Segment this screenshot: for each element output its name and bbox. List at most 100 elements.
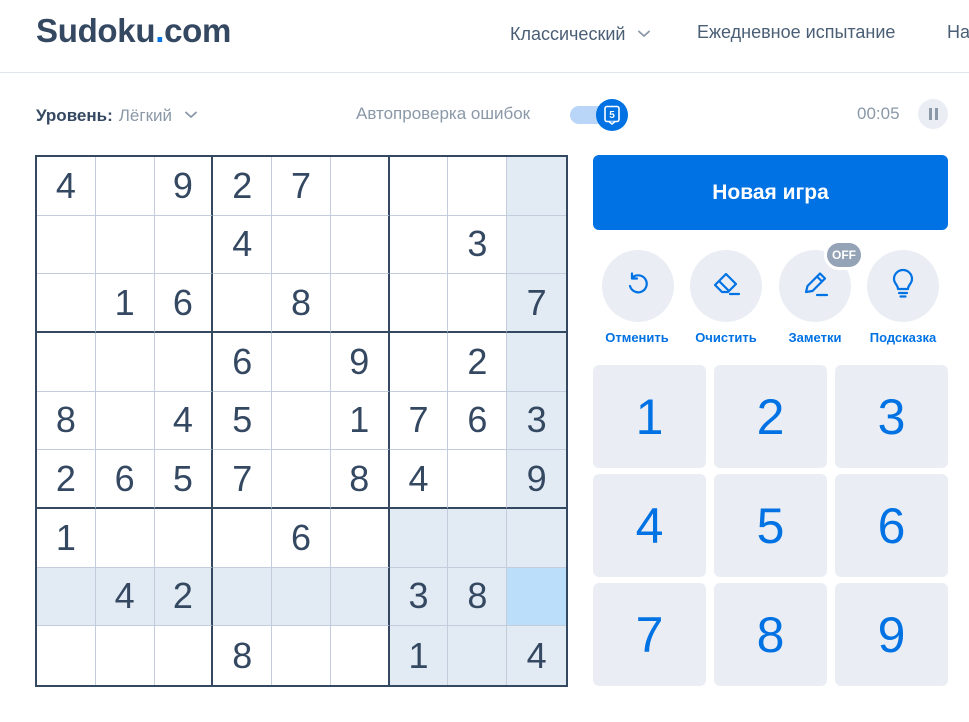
- board-cell[interactable]: [272, 391, 331, 451]
- board-cell[interactable]: 6: [272, 509, 331, 568]
- board-cell[interactable]: [507, 333, 566, 392]
- board-cell[interactable]: 7: [272, 157, 331, 216]
- board-cell[interactable]: [37, 274, 96, 333]
- board-cell[interactable]: 5: [154, 450, 214, 509]
- board-cell[interactable]: 4: [213, 215, 273, 275]
- difficulty-select[interactable]: Уровень: Лёгкий: [36, 104, 197, 126]
- hint-label[interactable]: Подсказка: [853, 330, 953, 345]
- board-cell[interactable]: 4: [37, 157, 96, 216]
- board-cell[interactable]: [330, 274, 390, 333]
- new-game-button[interactable]: Новая игра: [593, 155, 948, 230]
- board-cell[interactable]: 9: [330, 333, 390, 392]
- board-cell[interactable]: [448, 274, 508, 333]
- board-cell[interactable]: [213, 509, 273, 568]
- board-cell[interactable]: 4: [154, 391, 214, 451]
- board-cell[interactable]: 6: [154, 274, 214, 333]
- board-cell[interactable]: [272, 567, 331, 627]
- board-cell[interactable]: [331, 626, 390, 685]
- board-cell[interactable]: 8: [213, 626, 273, 685]
- board-cell[interactable]: [95, 215, 155, 275]
- board-cell[interactable]: [96, 626, 155, 685]
- board-cell[interactable]: 3: [448, 215, 508, 275]
- board-cell[interactable]: [213, 567, 273, 627]
- board-cell[interactable]: 6: [95, 450, 155, 509]
- hint-button[interactable]: [867, 250, 939, 322]
- board-cell[interactable]: 2: [213, 157, 273, 216]
- numpad-button[interactable]: 4: [593, 474, 706, 577]
- board-cell[interactable]: [95, 391, 155, 451]
- site-logo[interactable]: Sudoku.com: [36, 12, 231, 50]
- board-cell[interactable]: [154, 509, 214, 568]
- board-cell[interactable]: 8: [448, 567, 508, 627]
- board-cell[interactable]: [37, 215, 96, 275]
- board-cell[interactable]: 2: [37, 450, 96, 509]
- board-cell[interactable]: 1: [389, 626, 449, 685]
- board-cell[interactable]: [448, 157, 508, 216]
- board-cell[interactable]: [389, 157, 449, 216]
- erase-button[interactable]: [690, 250, 762, 322]
- board-cell[interactable]: [389, 215, 449, 275]
- board-cell[interactable]: [95, 509, 155, 568]
- board-cell[interactable]: 8: [330, 450, 390, 509]
- board-cell[interactable]: 4: [507, 626, 566, 685]
- board-cell[interactable]: [155, 626, 214, 685]
- board-cell[interactable]: [272, 333, 331, 392]
- board-cell[interactable]: 1: [37, 509, 96, 568]
- board-cell[interactable]: 2: [448, 333, 508, 392]
- board-cell[interactable]: [448, 626, 508, 685]
- board-cell[interactable]: [330, 567, 390, 627]
- board-cell[interactable]: 1: [330, 391, 390, 451]
- board-cell[interactable]: [389, 333, 449, 392]
- board-cell[interactable]: [37, 567, 96, 627]
- erase-label[interactable]: Очистить: [676, 330, 776, 345]
- board-cell[interactable]: [154, 215, 214, 275]
- board-cell[interactable]: [213, 274, 273, 333]
- board-cell[interactable]: [389, 509, 449, 568]
- board-cell[interactable]: 4: [95, 567, 155, 627]
- notes-label[interactable]: Заметки: [765, 330, 865, 345]
- board-cell[interactable]: 7: [507, 274, 566, 333]
- board-cell[interactable]: [37, 333, 96, 392]
- board-cell[interactable]: [272, 450, 331, 509]
- board-cell[interactable]: 6: [448, 391, 508, 451]
- board-cell[interactable]: [507, 509, 566, 568]
- board-cell[interactable]: [507, 157, 566, 216]
- board-cell[interactable]: [272, 626, 331, 685]
- board-cell[interactable]: [154, 333, 214, 392]
- numpad-button[interactable]: 7: [593, 583, 706, 686]
- nav-classic-menu[interactable]: Классический: [510, 22, 651, 45]
- shield-check-icon[interactable]: 5: [596, 99, 628, 131]
- pause-button[interactable]: [918, 99, 948, 129]
- board-cell[interactable]: 3: [389, 567, 449, 627]
- board-cell[interactable]: 7: [213, 450, 273, 509]
- board-cell[interactable]: [95, 157, 155, 216]
- undo-button[interactable]: [602, 250, 674, 322]
- board-cell[interactable]: 3: [507, 391, 566, 451]
- numpad-button[interactable]: 3: [835, 365, 948, 468]
- nav-daily-challenge[interactable]: Ежедневное испытание: [697, 22, 895, 43]
- board-cell[interactable]: 4: [389, 450, 449, 509]
- undo-label[interactable]: Отменить: [587, 330, 687, 345]
- board-cell[interactable]: [272, 215, 331, 275]
- board-cell[interactable]: [37, 626, 96, 685]
- board-cell[interactable]: [330, 215, 390, 275]
- board-cell[interactable]: 2: [154, 567, 214, 627]
- numpad-button[interactable]: 5: [714, 474, 827, 577]
- board-cell[interactable]: [507, 215, 566, 275]
- board-cell[interactable]: [330, 157, 390, 216]
- numpad-button[interactable]: 9: [835, 583, 948, 686]
- numpad-button[interactable]: 1: [593, 365, 706, 468]
- nav-more-link[interactable]: На: [947, 22, 969, 43]
- numpad-button[interactable]: 6: [835, 474, 948, 577]
- board-cell[interactable]: 8: [37, 391, 96, 451]
- board-cell[interactable]: [330, 509, 390, 568]
- board-cell[interactable]: [389, 274, 449, 333]
- board-cell[interactable]: 9: [507, 450, 566, 509]
- board-cell[interactable]: [448, 450, 508, 509]
- board-cell[interactable]: 6: [213, 333, 273, 392]
- board-cell[interactable]: [448, 509, 508, 568]
- numpad-button[interactable]: 8: [714, 583, 827, 686]
- board-cell[interactable]: 1: [95, 274, 155, 333]
- board-cell[interactable]: 5: [213, 391, 273, 451]
- board-cell[interactable]: [95, 333, 155, 392]
